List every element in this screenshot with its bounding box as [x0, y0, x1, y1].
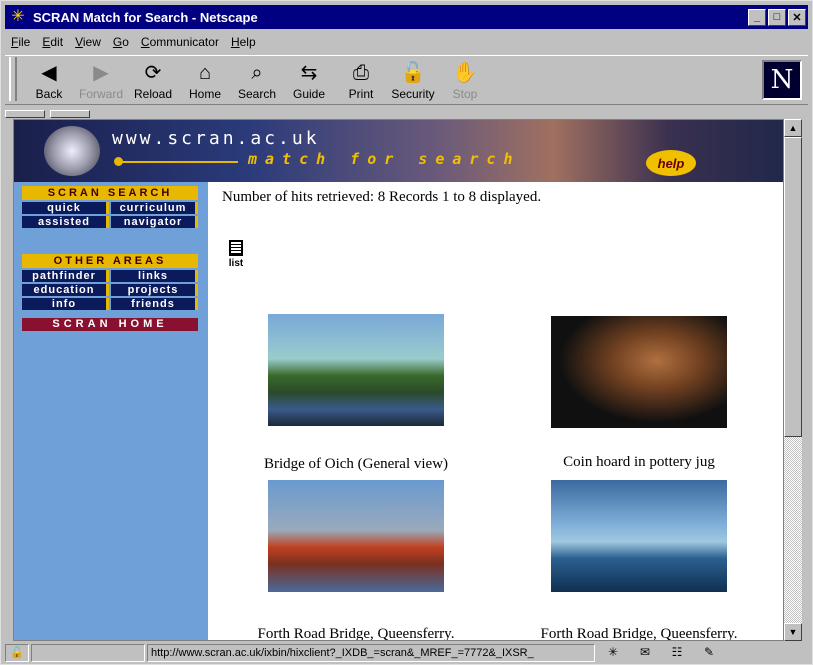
scroll-down-button[interactable]: ▼: [784, 623, 802, 641]
composer-component-icon[interactable]: ✎: [697, 645, 721, 661]
site-url-text: www.scran.ac.uk: [112, 128, 320, 149]
toolbar-collapse-tabs: [5, 107, 808, 118]
help-button[interactable]: help: [646, 150, 696, 176]
result-caption[interactable]: Forth Road Bridge, Queensferry.: [520, 626, 758, 640]
guide-signpost-icon: ⇆: [300, 62, 318, 84]
toolbar-grip[interactable]: [9, 57, 17, 101]
home-button[interactable]: ⌂ Home: [179, 58, 231, 104]
status-url-text: http://www.scran.ac.uk/ixbin/hixclient?_…: [147, 644, 595, 662]
page-content: www.scran.ac.uk match for search help SC…: [13, 119, 784, 641]
home-icon: ⌂: [198, 62, 212, 84]
component-bar: ✳ ✉ ☷ ✎: [601, 645, 729, 661]
toolbar-tab[interactable]: [5, 110, 45, 118]
search-button[interactable]: ⌕ Search: [231, 58, 283, 104]
netscape-logo-icon[interactable]: N: [762, 60, 802, 100]
sidebar-link-assisted[interactable]: assisted: [22, 216, 109, 228]
navigation-toolbar: ◀ Back ▶ Forward ⟳ Reload ⌂ Home ⌕ Search ⇆ Guide ⎙ P…: [5, 55, 808, 105]
scroll-thumb[interactable]: [784, 137, 802, 437]
menu-communicator[interactable]: Communicator: [141, 35, 219, 49]
security-button[interactable]: 🔓 Security: [387, 58, 439, 104]
search-flashlight-icon: ⌕: [251, 62, 263, 84]
minimize-button[interactable]: _: [748, 8, 766, 26]
sidebar-link-curriculum[interactable]: curriculum: [111, 202, 198, 214]
list-view-button[interactable]: list: [224, 240, 248, 269]
result-caption[interactable]: Coin hoard in pottery jug: [529, 454, 749, 471]
toolbar-label: Home: [188, 87, 221, 101]
search-links: quick curriculum assisted navigator: [22, 202, 198, 228]
sidebar-link-navigator[interactable]: navigator: [111, 216, 198, 228]
scran-logo-icon[interactable]: [44, 126, 100, 176]
toolbar-tab[interactable]: [50, 110, 91, 118]
sidebar-link-info[interactable]: info: [22, 298, 109, 310]
menu-edit[interactable]: Edit: [42, 35, 63, 49]
netscape-app-icon[interactable]: ✳: [9, 8, 27, 26]
guide-button[interactable]: ⇆ Guide: [283, 58, 335, 104]
newsgroups-component-icon[interactable]: ☷: [665, 645, 689, 661]
vertical-scrollbar[interactable]: ▲ ▼: [784, 119, 802, 641]
scroll-up-button[interactable]: ▲: [784, 119, 802, 137]
scran-search-heading: SCRAN SEARCH: [22, 186, 198, 200]
progress-bar: [31, 644, 145, 662]
menu-file[interactable]: File: [11, 35, 30, 49]
sidebar-link-quick[interactable]: quick: [22, 202, 109, 214]
security-lock-icon: 🔓: [400, 62, 426, 84]
stop-button[interactable]: ✋ Stop: [439, 58, 491, 104]
result-thumbnail-forth-road-bridge[interactable]: [268, 480, 444, 592]
forward-button[interactable]: ▶ Forward: [75, 58, 127, 104]
back-arrow-icon: ◀: [41, 62, 57, 84]
menu-bar: File Edit View Go Communicator Help: [5, 31, 808, 53]
banner-tagline: match for search: [248, 150, 521, 168]
security-status-icon[interactable]: 🔓: [5, 644, 29, 662]
print-icon: ⎙: [353, 62, 369, 84]
result-thumbnail-coin-hoard[interactable]: [551, 316, 727, 428]
scran-banner: www.scran.ac.uk match for search help: [14, 120, 783, 182]
banner-line: [118, 161, 238, 163]
other-links: pathfinder links education projects info…: [22, 270, 198, 310]
reload-icon: ⟳: [144, 62, 162, 84]
menu-help[interactable]: Help: [231, 35, 256, 49]
results-area: Number of hits retrieved: 8 Records 1 to…: [208, 182, 783, 640]
mail-component-icon[interactable]: ✉: [633, 645, 657, 661]
stop-icon: ✋: [452, 62, 478, 84]
maximize-button[interactable]: □: [768, 8, 786, 26]
result-caption[interactable]: Bridge of Oich (General view): [248, 456, 464, 473]
toolbar-label: Back: [35, 87, 63, 101]
back-button[interactable]: ◀ Back: [23, 58, 75, 104]
scran-home-link[interactable]: SCRAN HOME: [22, 318, 198, 331]
result-caption[interactable]: Forth Road Bridge, Queensferry.: [238, 626, 474, 640]
toolbar-label: Security: [391, 87, 435, 101]
close-button[interactable]: ✕: [788, 8, 806, 26]
status-bar: 🔓 http://www.scran.ac.uk/ixbin/hixclient…: [5, 643, 808, 663]
result-thumbnail-forth-road-bridge[interactable]: [551, 480, 727, 592]
forward-arrow-icon: ▶: [93, 62, 109, 84]
browser-window: ✳ SCRAN Match for Search - Netscape _ □ …: [0, 0, 813, 665]
sidebar-nav: SCRAN SEARCH quick curriculum assisted n…: [14, 182, 208, 640]
sidebar-link-friends[interactable]: friends: [111, 298, 198, 310]
reload-button[interactable]: ⟳ Reload: [127, 58, 179, 104]
document-list-icon: [229, 240, 243, 256]
toolbar-label: Guide: [292, 87, 326, 101]
toolbar-label: Forward: [78, 87, 123, 101]
navigator-component-icon[interactable]: ✳: [601, 645, 625, 661]
sidebar-link-links[interactable]: links: [111, 270, 198, 282]
list-label: list: [228, 258, 244, 269]
toolbar-label: Reload: [133, 87, 173, 101]
sidebar-link-education[interactable]: education: [22, 284, 109, 296]
window-title: SCRAN Match for Search - Netscape: [33, 9, 258, 25]
toolbar-label: Search: [237, 87, 277, 101]
other-areas-heading: OTHER AREAS: [22, 254, 198, 268]
menu-view[interactable]: View: [75, 35, 101, 49]
hits-count-text: Number of hits retrieved: 8 Records 1 to…: [222, 189, 542, 205]
title-bar: ✳ SCRAN Match for Search - Netscape _ □ …: [5, 5, 808, 29]
toolbar-label: Stop: [452, 87, 478, 101]
sidebar-link-pathfinder[interactable]: pathfinder: [22, 270, 109, 282]
sidebar-link-projects[interactable]: projects: [111, 284, 198, 296]
print-button[interactable]: ⎙ Print: [335, 58, 387, 104]
menu-go[interactable]: Go: [113, 35, 129, 49]
toolbar-label: Print: [348, 87, 374, 101]
result-thumbnail-bridge-of-oich[interactable]: [268, 314, 444, 426]
